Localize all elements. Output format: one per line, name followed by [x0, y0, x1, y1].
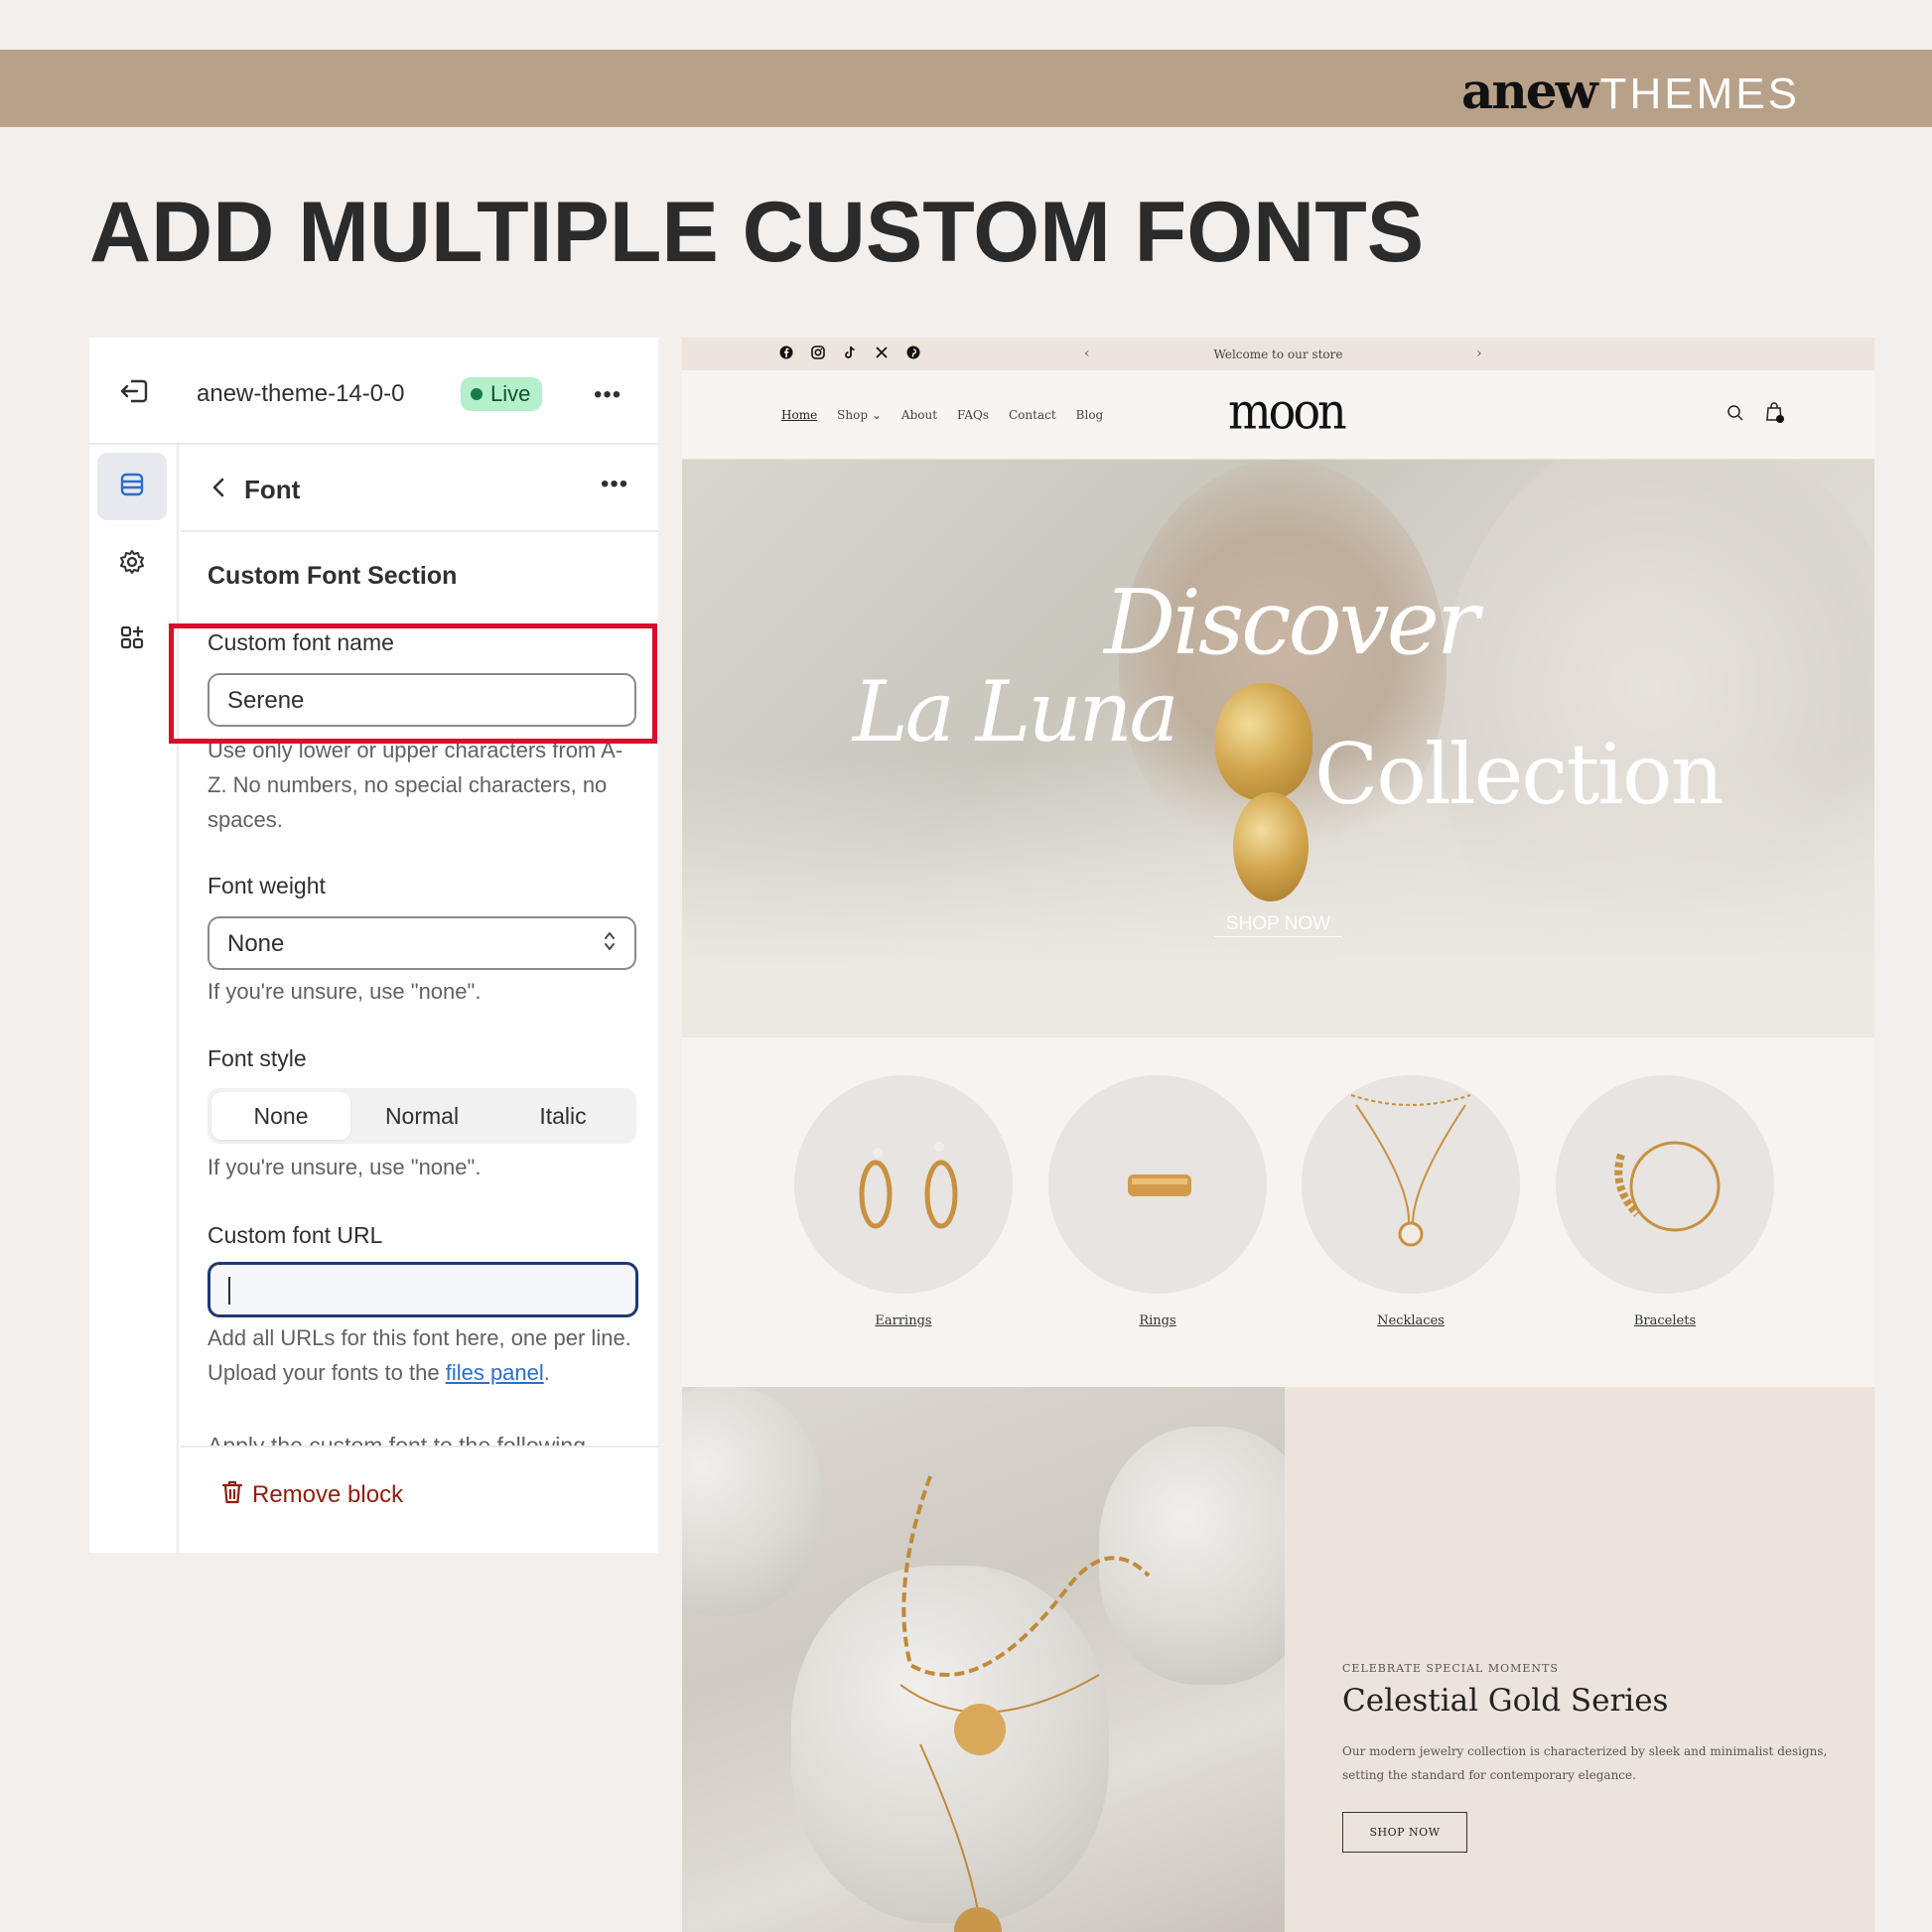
font-style-option-normal[interactable]: Normal [352, 1092, 491, 1140]
font-style-option-none[interactable]: None [211, 1092, 350, 1140]
text-caret [228, 1277, 230, 1305]
category-collection-list: Earrings Rings Necklaces Bracelets [682, 1037, 1874, 1387]
hero-banner: Discover La Luna Collection SHOP NOW [682, 460, 1874, 1037]
feature-eyebrow: CELEBRATE SPECIAL MOMENTS [1342, 1662, 1559, 1675]
font-url-help-text: Add all URLs for this font here, one per… [207, 1325, 631, 1385]
nav-about[interactable]: About [901, 408, 937, 422]
live-badge-label: Live [490, 381, 531, 406]
search-icon[interactable] [1726, 404, 1744, 427]
font-weight-label: Font weight [207, 873, 326, 898]
feature-shop-now-button[interactable]: SHOP NOW [1342, 1812, 1467, 1853]
feature-image [682, 1387, 1285, 1932]
brand-name-light: THEMES [1599, 69, 1800, 118]
cart-icon[interactable] [1764, 400, 1786, 429]
earring-bottom-image [1233, 792, 1309, 901]
category-image [1048, 1075, 1267, 1294]
category-rings[interactable]: Rings [1048, 1075, 1267, 1328]
chevron-updown-icon [603, 926, 617, 958]
main-nav: Home Shop ⌄ About FAQs Contact Blog [781, 408, 1103, 422]
font-style-help: If you're unsure, use "none". [207, 1155, 482, 1179]
apply-font-help-truncated: Apply the custom font to the following [207, 1433, 586, 1446]
nav-faqs[interactable]: FAQs [957, 408, 989, 422]
chevron-down-icon: ⌄ [871, 408, 882, 422]
category-image [1302, 1075, 1520, 1294]
font-style-option-italic[interactable]: Italic [493, 1092, 632, 1140]
brand-name-bold: anew [1461, 62, 1598, 120]
pane-header: Font ••• [181, 445, 658, 532]
category-earrings[interactable]: Earrings [794, 1075, 1013, 1328]
chevron-left-icon[interactable] [210, 477, 226, 505]
font-weight-help: If you're unsure, use "none". [207, 979, 482, 1004]
block-settings-pane: Font ••• Custom Font Section Custom font… [181, 445, 658, 1553]
hero-shop-now-label: SHOP NOW [1213, 913, 1343, 937]
store-header: Home Shop ⌄ About FAQs Contact Blog moon [682, 370, 1874, 460]
font-weight-select[interactable]: None [207, 916, 636, 970]
top-banner: anew THEMES [0, 50, 1932, 127]
nav-contact[interactable]: Contact [1009, 408, 1056, 422]
section-title: Custom Font Section [207, 562, 458, 590]
editor-topbar: anew-theme-14-0-0 Live ••• [89, 338, 658, 445]
apps-icon [118, 623, 146, 656]
live-badge: Live [461, 377, 543, 411]
block-more-button[interactable]: ••• [601, 471, 628, 498]
hero-heading-line3: Collection [1314, 726, 1725, 823]
necklace-image [899, 1475, 1151, 1932]
earring-top-image [1215, 683, 1312, 800]
remove-block-label: Remove block [252, 1481, 404, 1508]
hero-shop-now-link[interactable]: SHOP NOW [682, 913, 1874, 937]
trash-icon [220, 1479, 244, 1510]
font-weight-value: None [227, 930, 285, 957]
files-panel-link[interactable]: files panel [446, 1360, 544, 1385]
announcement-bar: ‹ Welcome to our store › [682, 338, 1874, 370]
font-style-segmented: None Normal Italic [207, 1088, 636, 1144]
pane-title: Font [244, 475, 301, 504]
apps-rail-button[interactable] [97, 606, 167, 673]
announcement-next-icon[interactable]: › [1476, 345, 1482, 361]
live-dot-icon [471, 388, 483, 400]
category-bracelets[interactable]: Bracelets [1556, 1075, 1774, 1328]
storefront-preview: ‹ Welcome to our store › Home Shop ⌄ Abo… [682, 338, 1874, 1932]
category-label: Earrings [875, 1313, 932, 1328]
hero-heading-line1: Discover [1104, 571, 1479, 675]
sections-icon [118, 471, 146, 503]
announcement-text: Welcome to our store [1213, 347, 1343, 361]
image-with-text-section: CELEBRATE SPECIAL MOMENTS Celestial Gold… [682, 1387, 1874, 1932]
theme-editor-panel: anew-theme-14-0-0 Live ••• Font ••• Cust… [89, 338, 658, 1553]
nav-home[interactable]: Home [781, 408, 817, 422]
category-label: Necklaces [1377, 1313, 1445, 1328]
theme-name: anew-theme-14-0-0 [197, 380, 405, 407]
font-name-help: Use only lower or upper characters from … [207, 738, 623, 832]
feature-body: Our modern jewelry collection is charact… [1342, 1744, 1828, 1782]
category-necklaces[interactable]: Necklaces [1302, 1075, 1520, 1328]
sections-rail-button[interactable] [97, 453, 167, 520]
remove-block-button[interactable]: Remove block [181, 1446, 658, 1553]
nav-blog[interactable]: Blog [1076, 408, 1104, 422]
page-headline: ADD MULTIPLE CUSTOM FONTS [89, 185, 1425, 280]
font-url-label: Custom font URL [207, 1222, 383, 1248]
font-url-input[interactable] [207, 1262, 638, 1317]
store-logo[interactable]: moon [1228, 381, 1347, 440]
highlight-box [169, 623, 657, 744]
font-style-label: Font style [207, 1045, 307, 1071]
category-image [794, 1075, 1013, 1294]
brand-logo: anew THEMES [1461, 62, 1800, 120]
editor-sidebar-rail [89, 445, 179, 1553]
font-url-help: Add all URLs for this font here, one per… [207, 1320, 634, 1390]
exit-icon[interactable] [119, 377, 149, 405]
hero-heading-line2: La Luna [853, 663, 1179, 760]
category-image [1556, 1075, 1774, 1294]
category-label: Rings [1139, 1313, 1176, 1328]
font-url-help-suffix: . [543, 1360, 550, 1385]
nav-shop-label: Shop [837, 408, 869, 422]
gear-icon [118, 548, 146, 581]
settings-rail-button[interactable] [97, 530, 167, 598]
nav-shop[interactable]: Shop ⌄ [837, 408, 882, 422]
feature-title: Celestial Gold Series [1342, 1683, 1669, 1719]
more-actions-button[interactable]: ••• [594, 381, 621, 409]
category-label: Bracelets [1633, 1313, 1697, 1328]
